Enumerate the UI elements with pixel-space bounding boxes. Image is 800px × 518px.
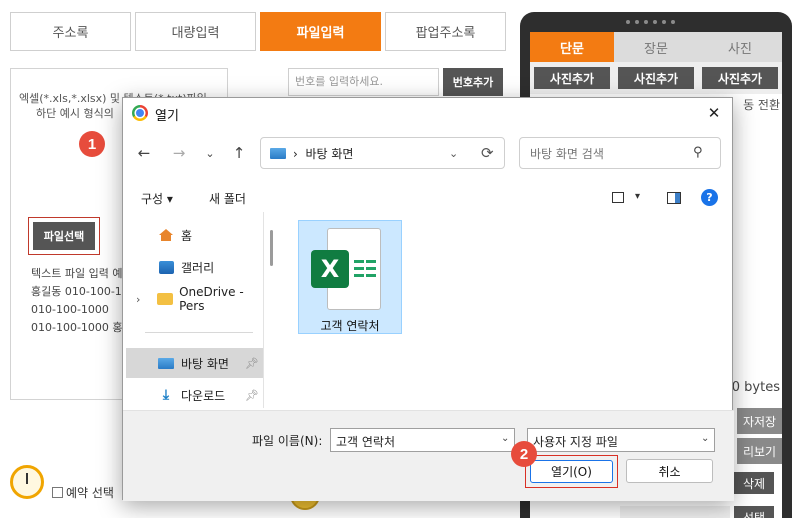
open-button-highlight: 열기(O) [525, 455, 618, 488]
step-marker-2: 2 [511, 441, 537, 467]
refresh-icon[interactable]: ⟳ [481, 144, 494, 162]
dialog-body: 홈 갤러리 › OneDrive - Pers 바탕 화면 📌︎ ⤓ 다운로드 … [123, 212, 734, 408]
tab-file-input[interactable]: 파일입력 [260, 12, 381, 51]
cancel-button[interactable]: 취소 [626, 459, 713, 483]
folder-icon [157, 293, 174, 305]
chrome-icon [132, 105, 148, 121]
byte-counter: 0 bytes [731, 380, 780, 395]
add-photo-button-2[interactable]: 사진추가 [618, 67, 694, 89]
tab-lms[interactable]: 장문 [614, 32, 698, 62]
sidebar-item-downloads[interactable]: ⤓ 다운로드 📌︎ [126, 380, 263, 410]
pin-icon: 📌︎ [245, 388, 259, 402]
excel-file-icon: X [311, 228, 381, 310]
select-button[interactable]: 선택 [734, 506, 774, 518]
up-arrow-icon[interactable]: ↑ [229, 144, 249, 162]
input-tabs: 주소록 대량입력 파일입력 팝업주소록 [10, 12, 510, 51]
add-photo-button-1[interactable]: 사진추가 [534, 67, 610, 89]
preview-pane-icon[interactable] [667, 192, 681, 204]
phone-field[interactable] [620, 506, 730, 518]
timer-icon [10, 465, 44, 499]
sidebar-item-onedrive[interactable]: OneDrive - Pers [157, 284, 263, 314]
phone-speaker-dots [626, 20, 680, 24]
view-mode-icon[interactable] [612, 192, 624, 203]
desktop-icon [158, 357, 174, 369]
download-icon: ⤓ [162, 387, 170, 403]
tab-sms[interactable]: 단문 [530, 32, 614, 62]
save-button[interactable]: 자저장 [737, 408, 782, 434]
address-dropdown-icon[interactable]: ⌄ [449, 147, 458, 160]
add-number-button[interactable]: 번호추가 [443, 68, 503, 96]
sample-format-text: 텍스트 파일 입력 예 홍길동 010-100-10 010-100-1000 … [31, 267, 133, 334]
expand-chevron-icon[interactable]: › [136, 293, 140, 306]
search-input[interactable]: 바탕 화면 검색 [519, 137, 721, 169]
desktop-folder-icon [270, 148, 286, 159]
help-icon[interactable]: ? [701, 189, 718, 206]
dialog-footer: 파일 이름(N): 고객 연락처 ⌄ 사용자 지정 파일 ⌄ 열기(O) 취소 [123, 410, 734, 501]
filename-input[interactable]: 고객 연락처 [330, 428, 515, 452]
sidebar-item-desktop[interactable]: 바탕 화면 📌︎ [126, 348, 263, 378]
navigation-pane: 홈 갤러리 › OneDrive - Pers 바탕 화면 📌︎ ⤓ 다운로드 … [123, 212, 264, 408]
step-marker-1: 1 [79, 131, 105, 157]
home-icon [159, 229, 173, 241]
view-dropdown-icon[interactable]: ▾ [635, 191, 640, 202]
filename-dropdown-icon[interactable]: ⌄ [501, 433, 509, 444]
number-input[interactable]: 번호를 입력하세요. [288, 68, 439, 96]
file-type-select[interactable]: 사용자 지정 파일 [527, 428, 715, 452]
message-type-tabs: 단문 장문 사진 [530, 32, 782, 62]
open-file-dialog: 열기 ✕ ← → ⌄ ↑ › 바탕 화면 ⌄ ⟳ 바탕 화면 검색 ⚲ 구성 ▾… [122, 97, 734, 501]
close-icon[interactable]: ✕ [702, 102, 726, 124]
photo-add-buttons: 사진추가 사진추가 사진추가 [530, 62, 782, 94]
sidebar-scrollbar[interactable] [270, 230, 273, 266]
sidebar-item-home[interactable]: 홈 [157, 220, 192, 250]
back-arrow-icon[interactable]: ← [134, 144, 154, 162]
filename-label: 파일 이름(N): [252, 434, 323, 448]
sidebar-divider [145, 332, 253, 333]
file-item[interactable]: X 고객 연락처 [298, 220, 402, 334]
reserve-checkbox[interactable] [52, 487, 63, 498]
delete-button[interactable]: 삭제 [734, 472, 774, 494]
search-icon: ⚲ [693, 145, 703, 160]
pin-icon: 📌︎ [245, 356, 259, 370]
tab-popup-address-book[interactable]: 팝업주소록 [385, 12, 506, 51]
file-format-description-line2: 하단 예시 형식의 [36, 107, 114, 120]
address-bar[interactable]: › 바탕 화면 [260, 137, 505, 169]
dialog-title: 열기 [155, 109, 179, 124]
new-folder-button[interactable]: 새 폴더 [209, 190, 246, 207]
tab-address-book[interactable]: 주소록 [10, 12, 131, 51]
open-button[interactable]: 열기(O) [530, 460, 613, 483]
file-select-button-highlight: 파일선택 [28, 217, 100, 255]
organize-menu[interactable]: 구성 ▾ [141, 190, 173, 207]
dialog-titlebar: 열기 ✕ [123, 98, 732, 128]
sidebar-item-gallery[interactable]: 갤러리 [157, 252, 214, 282]
file-select-button[interactable]: 파일선택 [33, 222, 95, 250]
switch-notice-text: 동 전환 [743, 98, 780, 112]
excel-badge: X [311, 250, 349, 288]
preview-button[interactable]: 리보기 [737, 438, 782, 464]
gallery-icon [158, 260, 174, 274]
recent-dropdown-icon[interactable]: ⌄ [200, 147, 220, 160]
tab-mms[interactable]: 사진 [698, 32, 782, 62]
address-path: › 바탕 화면 [293, 147, 354, 161]
reserve-label: 예약 선택 [66, 486, 114, 500]
file-type-dropdown-icon[interactable]: ⌄ [701, 433, 709, 444]
add-photo-button-3[interactable]: 사진추가 [702, 67, 778, 89]
reserve-option[interactable]: 예약 선택 [52, 484, 114, 501]
forward-arrow-icon[interactable]: → [169, 144, 189, 162]
tab-bulk-input[interactable]: 대량입력 [135, 12, 256, 51]
file-name: 고객 연락처 [320, 319, 380, 333]
